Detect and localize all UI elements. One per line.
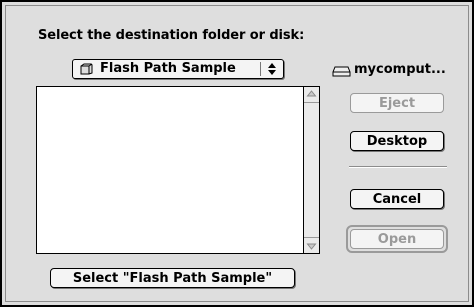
- disk-name: mycomput...: [354, 62, 446, 77]
- file-list[interactable]: [36, 86, 320, 254]
- dialog-prompt: Select the destination folder or disk:: [38, 28, 305, 43]
- select-folder-button[interactable]: Select "Flash Path Sample": [50, 268, 295, 288]
- open-button[interactable]: Open: [350, 229, 444, 249]
- scroll-down-arrow-icon: [306, 243, 317, 250]
- desktop-button[interactable]: Desktop: [350, 131, 444, 151]
- save-dialog: Select the destination folder or disk: F…: [0, 0, 474, 307]
- file-list-scrollbar[interactable]: [303, 87, 319, 253]
- scroll-up-button[interactable]: [304, 87, 319, 103]
- button-divider: [349, 166, 447, 168]
- cancel-button[interactable]: Cancel: [350, 189, 444, 209]
- popup-separator: [260, 62, 261, 76]
- folder-icon: [80, 63, 93, 75]
- up-down-arrows-icon: [268, 63, 276, 75]
- scroll-down-button[interactable]: [304, 237, 319, 253]
- eject-button[interactable]: Eject: [350, 93, 444, 113]
- disk-icon: [332, 66, 351, 77]
- folder-popup-label: Flash Path Sample: [100, 61, 236, 76]
- scroll-up-arrow-icon: [306, 90, 317, 97]
- folder-popup-menu[interactable]: Flash Path Sample: [72, 59, 284, 79]
